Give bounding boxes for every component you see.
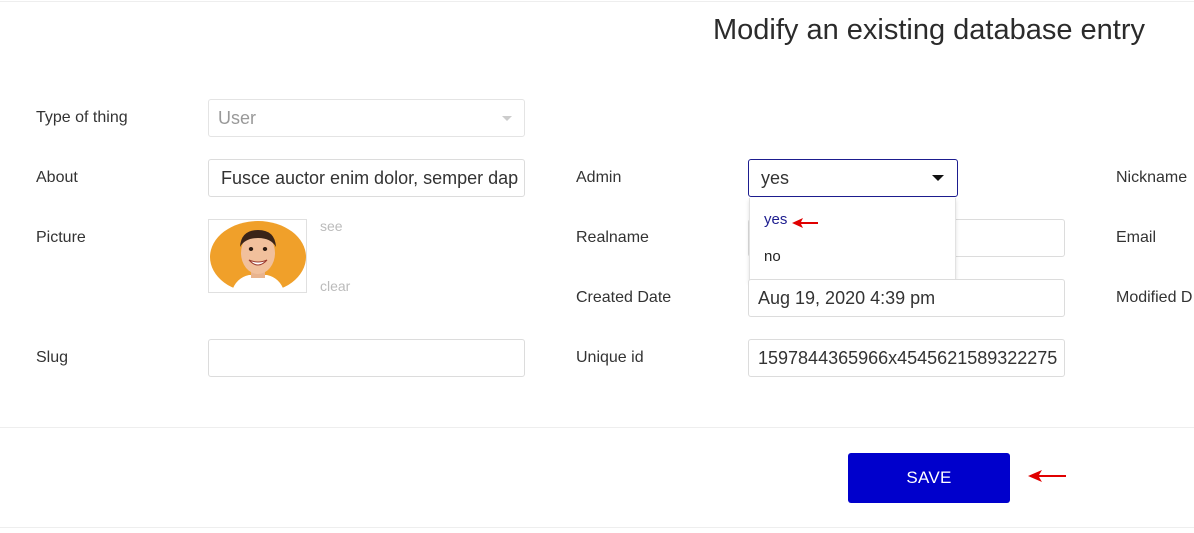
admin-value: yes xyxy=(761,168,790,188)
bottom-divider xyxy=(0,527,1194,528)
about-value: Fusce auctor enim dolor, semper dap xyxy=(221,168,519,188)
nickname-label: Nickname xyxy=(1116,169,1188,186)
slug-input[interactable] xyxy=(208,339,525,377)
unique-id-input[interactable]: 1597844365966x4545621589322275 xyxy=(748,339,1065,377)
email-label: Email xyxy=(1116,229,1157,246)
admin-label: Admin xyxy=(576,169,622,186)
chevron-down-icon xyxy=(502,116,512,121)
unique-id-label: Unique id xyxy=(576,349,644,366)
chevron-down-icon xyxy=(932,175,944,181)
red-arrow-icon xyxy=(1028,470,1066,482)
type-of-thing-label: Type of thing xyxy=(36,109,128,126)
avatar-image xyxy=(210,221,306,292)
unique-id-value: 1597844365966x4545621589322275 xyxy=(758,348,1058,368)
realname-label: Realname xyxy=(576,229,649,246)
red-arrow-icon xyxy=(792,218,818,228)
admin-dropdown-menu: yes no xyxy=(749,198,956,282)
modified-date-label: Modified D xyxy=(1116,289,1193,306)
created-date-label: Created Date xyxy=(576,289,672,306)
type-of-thing-select[interactable]: User xyxy=(208,99,525,137)
admin-option-no[interactable]: no xyxy=(764,248,781,265)
admin-select[interactable]: yes xyxy=(748,159,958,197)
type-of-thing-value: User xyxy=(218,108,257,128)
admin-option-yes[interactable]: yes xyxy=(764,211,787,228)
top-divider xyxy=(0,1,1194,2)
about-label: About xyxy=(36,169,78,186)
about-input[interactable]: Fusce auctor enim dolor, semper dap xyxy=(208,159,525,197)
picture-clear-link[interactable]: clear xyxy=(320,278,350,294)
picture-label: Picture xyxy=(36,229,86,246)
picture-thumbnail[interactable] xyxy=(208,219,307,293)
created-date-value: Aug 19, 2020 4:39 pm xyxy=(758,288,936,308)
form-divider xyxy=(0,427,1194,428)
picture-see-link[interactable]: see xyxy=(320,218,343,234)
page-title: Modify an existing database entry xyxy=(713,14,1146,46)
created-date-input[interactable]: Aug 19, 2020 4:39 pm xyxy=(748,279,1065,317)
slug-label: Slug xyxy=(36,349,69,366)
save-button[interactable]: SAVE xyxy=(848,453,1010,503)
